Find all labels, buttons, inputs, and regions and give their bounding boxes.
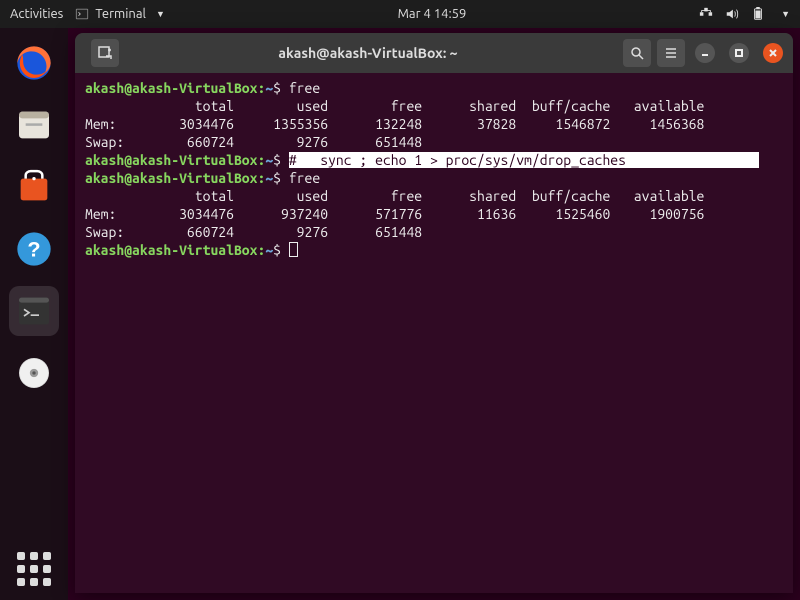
cursor: [289, 242, 298, 257]
software-icon: [14, 167, 54, 207]
window-title: akash@akash-VirtualBox: ~: [119, 45, 617, 61]
activities-button[interactable]: Activities: [10, 7, 63, 21]
free-header: total used free shared buff/cache availa…: [85, 97, 783, 115]
maximize-button[interactable]: [729, 43, 749, 63]
prompt-user: akash@akash-VirtualBox: [85, 80, 257, 96]
help-icon: ?: [14, 229, 54, 269]
highlighted-command: # sync ; echo 1 > proc/sys/vm/drop_cache…: [289, 152, 759, 168]
disc-icon: [14, 353, 54, 393]
dock-item-help[interactable]: ?: [9, 224, 59, 274]
volume-icon: [725, 7, 739, 21]
dock: ?: [0, 28, 68, 600]
app-menu[interactable]: Terminal ▼: [75, 7, 165, 21]
dock-item-software[interactable]: [9, 162, 59, 212]
chevron-down-icon: ▼: [781, 9, 790, 19]
clock[interactable]: Mar 4 14:59: [398, 7, 467, 21]
free-header: total used free shared buff/cache availa…: [85, 187, 783, 205]
terminal-output[interactable]: akash@akash-VirtualBox:~$ free total use…: [75, 73, 793, 593]
dock-item-firefox[interactable]: [9, 38, 59, 88]
files-icon: [14, 105, 54, 145]
terminal-icon: [14, 291, 54, 331]
terminal-icon: [75, 7, 89, 21]
menu-button[interactable]: [657, 39, 685, 67]
terminal-window: akash@akash-VirtualBox: ~ akash@akash-Vi…: [75, 33, 793, 593]
hamburger-icon: [663, 45, 679, 61]
battery-icon: [751, 7, 765, 21]
app-menu-label: Terminal: [95, 7, 146, 21]
free-swap-row: Swap: 660724 9276 651448: [85, 223, 783, 241]
search-button[interactable]: [623, 39, 651, 67]
dock-item-disc[interactable]: [9, 348, 59, 398]
command: free: [289, 170, 320, 186]
free-swap-row: Swap: 660724 9276 651448: [85, 133, 783, 151]
chevron-down-icon: ▼: [156, 9, 165, 19]
close-button[interactable]: [763, 43, 783, 63]
system-tray[interactable]: ▼: [699, 7, 790, 21]
search-icon: [629, 45, 645, 61]
dock-item-files[interactable]: [9, 100, 59, 150]
titlebar[interactable]: akash@akash-VirtualBox: ~: [75, 33, 793, 73]
network-icon: [699, 7, 713, 21]
new-tab-icon: [97, 45, 113, 61]
show-applications-button[interactable]: [17, 552, 51, 586]
prompt-path: ~: [265, 80, 273, 96]
new-tab-button[interactable]: [91, 39, 119, 67]
top-bar: Activities Terminal ▼ Mar 4 14:59 ▼: [0, 0, 800, 28]
dock-item-terminal[interactable]: [9, 286, 59, 336]
free-mem-row: Mem: 3034476 937240 571776 11636 1525460…: [85, 205, 783, 223]
minimize-button[interactable]: [695, 43, 715, 63]
firefox-icon: [14, 43, 54, 83]
free-mem-row: Mem: 3034476 1355356 132248 37828 154687…: [85, 115, 783, 133]
svg-text:?: ?: [27, 237, 40, 262]
command: free: [289, 80, 320, 96]
